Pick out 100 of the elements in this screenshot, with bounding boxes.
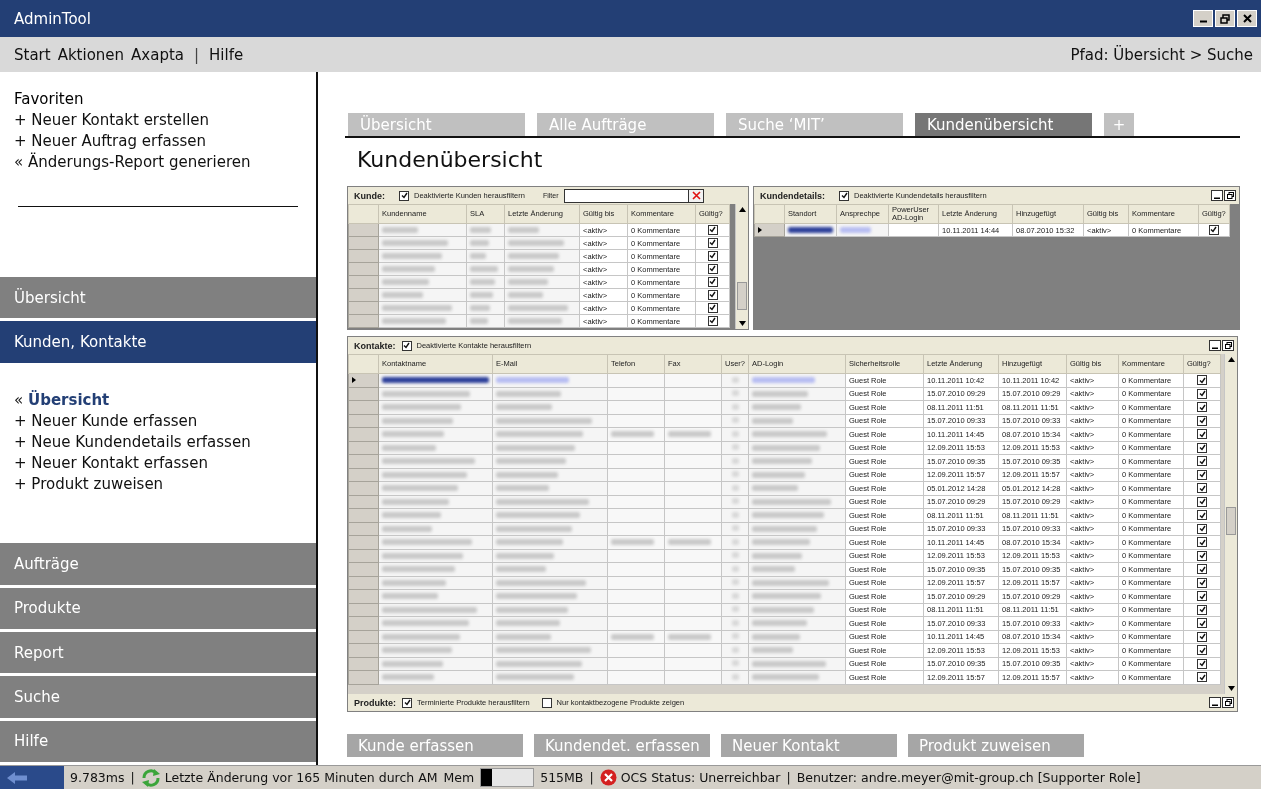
checkbox[interactable] — [1197, 550, 1207, 561]
nav-button[interactable]: Aufträge — [0, 543, 316, 585]
blurred-text — [496, 552, 555, 559]
checkbox[interactable] — [541, 697, 552, 708]
status-text: OCS Status: Unerreichbar — [620, 770, 781, 785]
checkbox[interactable] — [707, 289, 718, 300]
tab[interactable]: Kundenübersicht — [915, 113, 1092, 136]
menu-item[interactable]: Hilfe — [209, 45, 244, 64]
checkbox[interactable] — [1197, 496, 1207, 507]
checkbox[interactable] — [1197, 510, 1207, 520]
checkbox[interactable] — [1197, 402, 1207, 412]
checkbox[interactable] — [1197, 456, 1207, 466]
checkbox[interactable] — [1197, 631, 1207, 642]
scrollbar-thumb[interactable] — [737, 282, 747, 310]
scrollbar[interactable] — [1224, 354, 1237, 694]
checkbox[interactable] — [1197, 523, 1207, 534]
filter-field[interactable] — [564, 188, 705, 203]
checkbox[interactable] — [1197, 604, 1207, 615]
separator: | — [786, 770, 791, 785]
blurred-text — [752, 620, 807, 627]
scrollbar[interactable] — [735, 204, 748, 329]
status-text: Mem — [443, 770, 475, 785]
checkbox[interactable] — [1197, 658, 1207, 669]
checkbox[interactable] — [839, 190, 849, 201]
favorite-link[interactable]: + Neuer Auftrag erfassen — [14, 131, 302, 152]
nav-link[interactable]: + Produkt zuweisen — [14, 473, 302, 495]
blurred-text — [752, 674, 819, 681]
checkbox[interactable] — [707, 302, 718, 313]
checkbox[interactable] — [707, 237, 718, 248]
checkbox[interactable] — [1197, 415, 1207, 426]
favorite-link[interactable]: + Neuer Kontakt erstellen — [14, 110, 302, 131]
checkbox[interactable] — [1197, 672, 1207, 682]
blurred-text — [752, 566, 796, 573]
clear-button[interactable] — [688, 189, 704, 202]
nav-button[interactable]: Produkte — [0, 587, 316, 629]
separator: | — [130, 770, 135, 785]
blurred-text — [496, 390, 561, 397]
minimize-button[interactable] — [1211, 190, 1223, 201]
blurred-text — [496, 566, 546, 573]
checkbox[interactable] — [1197, 591, 1207, 601]
separator: | — [589, 770, 594, 785]
checkbox[interactable] — [399, 190, 409, 201]
back-button[interactable] — [0, 766, 64, 789]
breadcrumb-path: Pfad: Übersicht > Suche — [1070, 45, 1253, 64]
checkbox[interactable] — [1197, 469, 1207, 480]
minimize-button[interactable] — [1209, 697, 1221, 708]
checkbox[interactable] — [707, 276, 718, 287]
nav-button[interactable]: Suche — [0, 676, 316, 718]
nav-button[interactable]: Übersicht — [0, 277, 316, 319]
nav-button[interactable]: Report — [0, 631, 316, 674]
close-icon — [691, 191, 701, 200]
nav-link[interactable]: + Neue Kundendetails erfassen — [14, 431, 302, 453]
menu-item[interactable]: Start — [14, 45, 51, 64]
nav-link[interactable]: + Neuer Kontakt erfassen — [14, 452, 302, 474]
blurred-text — [752, 404, 801, 411]
nav-button[interactable]: Kunden, Kontakte — [0, 321, 316, 363]
restore-icon — [1224, 342, 1232, 349]
checkbox[interactable] — [707, 224, 718, 235]
favorite-link[interactable]: « Änderungs-Report generieren — [14, 152, 302, 173]
menu-item[interactable]: Axapta — [131, 45, 184, 64]
menu-item[interactable]: Aktionen — [57, 45, 125, 64]
restore-button[interactable] — [1222, 697, 1234, 708]
blurred-text — [752, 539, 810, 546]
checkbox[interactable] — [402, 697, 412, 708]
blurred-text — [470, 266, 498, 272]
blurred-text — [752, 444, 820, 451]
blurred-text — [508, 292, 543, 298]
checkbox[interactable] — [1197, 645, 1207, 655]
window-title: AdminTool — [14, 9, 91, 28]
checkbox[interactable] — [707, 250, 718, 261]
checkbox[interactable] — [707, 263, 718, 274]
checkbox[interactable] — [1197, 577, 1207, 588]
checkbox[interactable] — [1197, 483, 1207, 493]
restore-button[interactable] — [1224, 190, 1236, 201]
blurred-text — [752, 552, 803, 559]
blurred-text — [752, 647, 793, 654]
checkbox[interactable] — [1208, 224, 1219, 235]
blurred-text — [752, 377, 815, 384]
restore-button[interactable] — [1222, 340, 1234, 351]
blurred-text — [470, 240, 489, 246]
checkbox[interactable] — [1197, 564, 1207, 574]
scrollbar-thumb[interactable] — [1226, 507, 1236, 535]
nav-button[interactable]: Hilfe — [0, 720, 316, 762]
checkbox[interactable] — [1197, 388, 1207, 399]
checkbox[interactable] — [1197, 537, 1207, 547]
nav-link[interactable]: + Neuer Kunde erfassen — [14, 410, 302, 432]
minimize-button[interactable] — [1209, 340, 1221, 351]
checkbox[interactable] — [707, 315, 718, 326]
arrow-down-icon — [1227, 686, 1235, 691]
menu-separator: | — [194, 45, 200, 64]
blurred-text — [496, 539, 563, 546]
blurred-text — [470, 279, 496, 285]
checkbox[interactable] — [401, 340, 412, 351]
nav-link[interactable]: « Übersicht — [14, 389, 302, 411]
close-button[interactable] — [1237, 10, 1257, 27]
blurred-text — [752, 525, 817, 532]
checkbox[interactable] — [1197, 429, 1207, 439]
checkbox[interactable] — [1197, 618, 1207, 628]
checkbox[interactable] — [1197, 375, 1207, 385]
checkbox[interactable] — [1197, 442, 1207, 453]
